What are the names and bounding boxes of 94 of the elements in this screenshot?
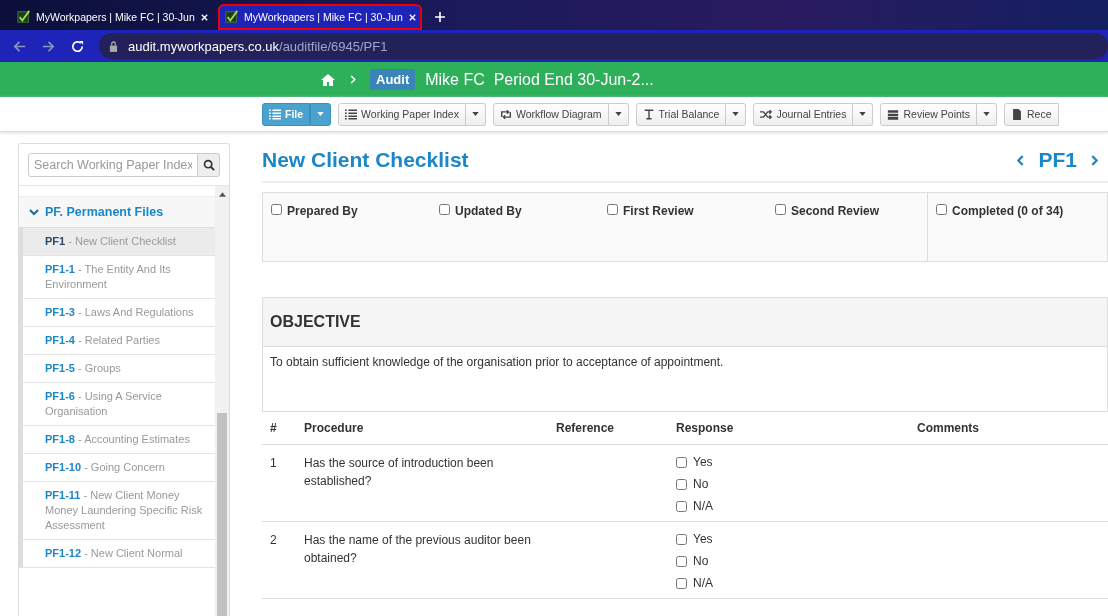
scroll-up-icon[interactable] [218, 192, 226, 197]
toolbar-button[interactable]: File [262, 102, 311, 126]
checkbox-label: Updated By [455, 204, 522, 218]
checkbox[interactable] [676, 555, 687, 567]
checkbox[interactable] [676, 478, 687, 490]
toolbar-button[interactable]: Working Paper Index [338, 102, 466, 126]
index-item[interactable]: PF1-12 - New Client Normal [19, 540, 215, 568]
checkbox-icon [225, 10, 239, 24]
browser-tab[interactable]: MyWorkpapers | Mike FC | 30-Jun [218, 4, 422, 30]
index-item[interactable]: PF1-10 - Going Concern [19, 454, 215, 482]
chevron-icon [350, 75, 356, 84]
retweet-icon [499, 108, 512, 120]
dropdown-button[interactable] [726, 102, 747, 126]
caret-icon [317, 112, 325, 116]
previous-icon[interactable] [1017, 154, 1025, 166]
checkbox[interactable] [676, 500, 687, 512]
caret-icon [983, 112, 990, 116]
checkbox[interactable] [936, 204, 947, 215]
checkbox-icon [17, 10, 31, 24]
search-icon [202, 159, 215, 171]
checkbox[interactable] [439, 204, 450, 215]
text-icon [642, 108, 655, 120]
list-icon [269, 108, 281, 120]
toolbar-button[interactable]: Journal Entries [753, 102, 854, 126]
checkbox-label: Yes [693, 531, 713, 548]
section-heading: OBJECTIVE [263, 298, 1107, 347]
caret-icon [859, 112, 867, 116]
checkbox[interactable] [271, 204, 282, 215]
index-item[interactable]: PF1-3 - Laws And Regulations [19, 299, 215, 327]
checkbox-label: Yes [693, 454, 713, 471]
index-item[interactable]: PF1-8 - Accounting Estimates [19, 426, 215, 454]
search-button[interactable] [198, 153, 220, 177]
column-header: Procedure [296, 411, 548, 445]
toolbar-button[interactable]: Trial Balance [635, 102, 727, 126]
column-header: Reference [548, 411, 668, 445]
checkbox-label: No [693, 476, 709, 493]
index-item[interactable]: PF1-6 - Using A Service Organisation [19, 383, 215, 426]
toolbar-button[interactable]: Rece [1004, 102, 1059, 126]
reload-icon[interactable] [70, 38, 85, 54]
checkbox[interactable] [607, 204, 618, 215]
shuffle-icon [760, 108, 773, 120]
dropdown-button[interactable] [608, 102, 629, 126]
checkbox-label: First Review [623, 204, 694, 218]
browser-tab[interactable]: MyWorkpapers | Mike FC | 30-Jun [10, 4, 214, 30]
column-header: Response [668, 411, 909, 445]
section-header[interactable]: PF. Permanent Files [19, 197, 215, 228]
scrollbar-thumb[interactable] [217, 413, 227, 616]
dropdown-button[interactable] [977, 102, 997, 126]
table-cell: 2 [262, 521, 296, 599]
new-tab-icon[interactable] [434, 11, 446, 23]
page-title: New Client Checklist [262, 148, 469, 172]
toolbar-button[interactable]: Review Points [880, 102, 977, 126]
caret-icon [471, 112, 479, 116]
page-code: PF1 [1038, 148, 1077, 172]
column-header: # [262, 411, 296, 445]
checkbox-label: Second Review [791, 204, 880, 218]
toolbar-button[interactable]: Workflow Diagram [492, 102, 609, 126]
table-cell: Has the name of the previous auditor been obtained? [296, 521, 548, 599]
address-bar[interactable]: audit.myworkpapers.co.uk/auditfile/6945/PF1 [99, 33, 1108, 59]
close-icon[interactable] [199, 12, 209, 22]
objective-text: To obtain sufficient knowledge of the organisation prior to acceptance of appointment. [269, 354, 725, 371]
chevron-icon [29, 208, 39, 216]
checkbox-label: Prepared By [287, 204, 358, 218]
header-title: Mike FC Period End 30-Jun-2... [425, 70, 654, 89]
checkbox[interactable] [676, 533, 687, 545]
column-header: Comments [909, 411, 1075, 445]
home-icon[interactable] [320, 72, 336, 87]
index-item[interactable]: PF1-1 - The Entity And Its Environment [19, 256, 215, 299]
scrollbar[interactable] [215, 186, 229, 616]
checkbox-label: Completed (0 of 34) [952, 204, 1064, 218]
lock-icon [109, 40, 118, 52]
checkbox-label: No [693, 553, 709, 570]
table-cell: 1 [262, 444, 296, 522]
audit-badge: Audit [370, 69, 416, 90]
checkbox-label: N/A [693, 575, 713, 592]
index-item[interactable]: PF1-11 - New Client Money Money Laundering Specific Risk Assessment [19, 482, 215, 540]
file-icon [1011, 108, 1023, 120]
dropdown-button[interactable] [853, 102, 874, 126]
dropdown-button[interactable] [310, 102, 332, 126]
caret-icon [732, 112, 740, 116]
list-icon [345, 108, 358, 120]
dropdown-button[interactable] [465, 102, 486, 126]
index-item[interactable]: PF1-4 - Related Parties [19, 327, 215, 355]
index-item[interactable]: PF1 - New Client Checklist [19, 228, 215, 256]
checkbox[interactable] [775, 204, 786, 215]
stack-icon [887, 108, 900, 120]
checkbox[interactable] [676, 456, 687, 468]
checkbox-label: N/A [693, 498, 713, 515]
index-item[interactable]: PF1-5 - Groups [19, 355, 215, 383]
close-icon[interactable] [407, 12, 417, 22]
caret-icon [614, 112, 622, 116]
next-icon[interactable] [1091, 154, 1098, 166]
checkbox[interactable] [676, 577, 687, 589]
table-cell: Has the source of introduction been established? [296, 444, 548, 522]
